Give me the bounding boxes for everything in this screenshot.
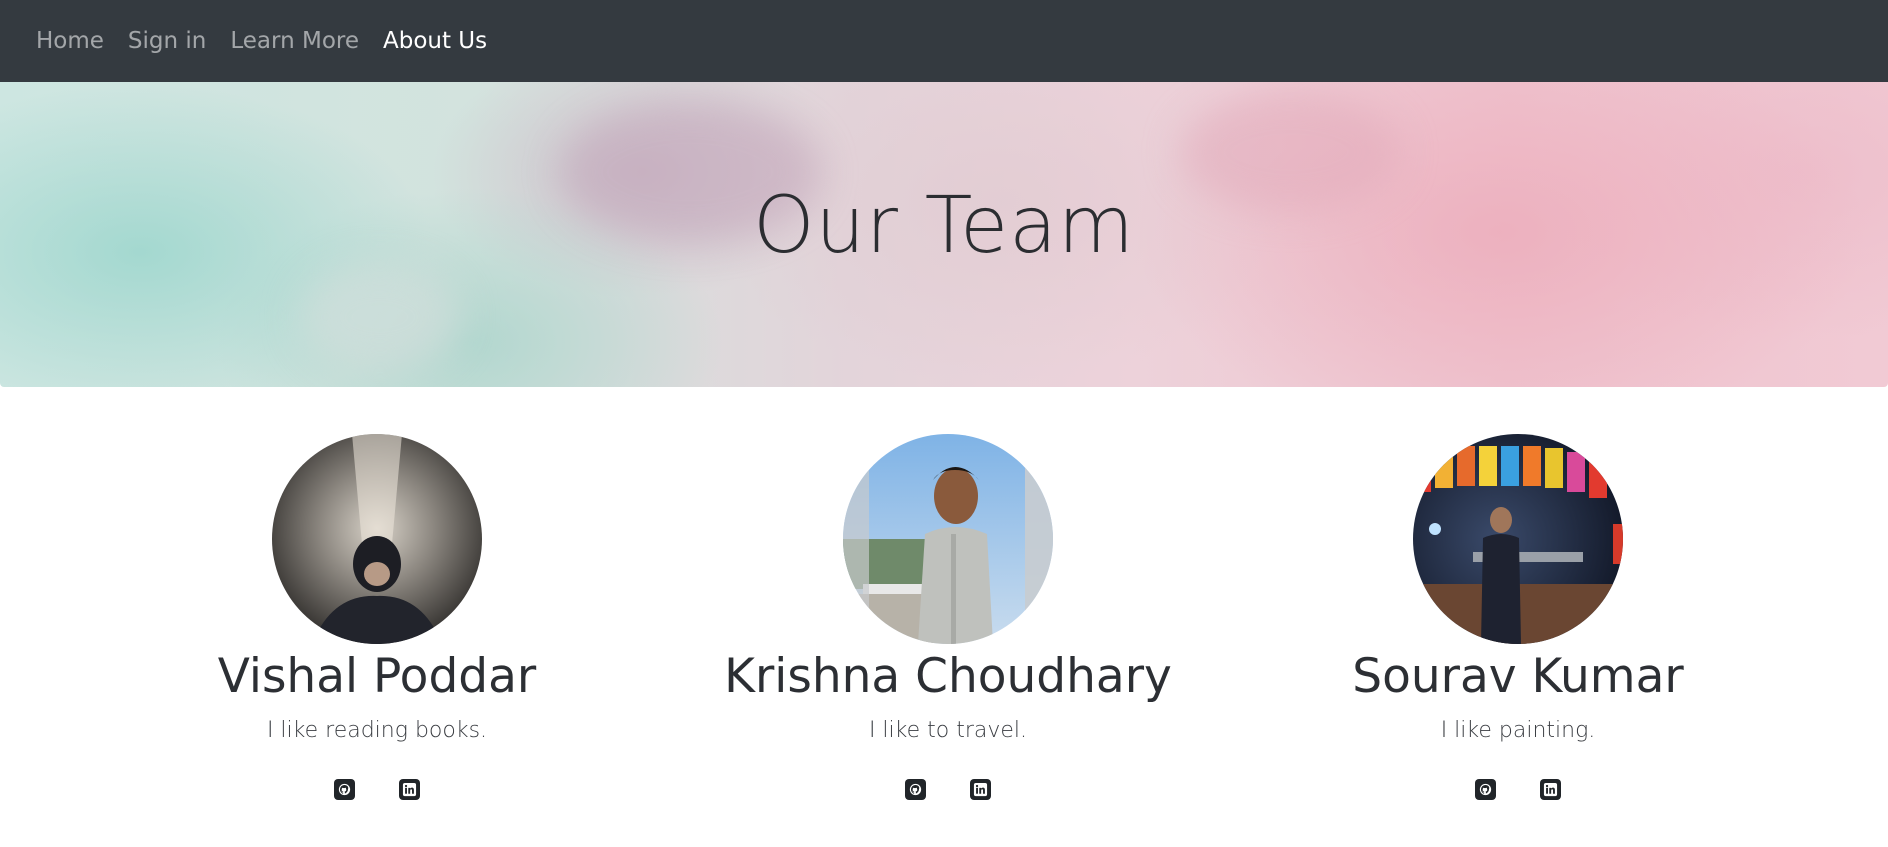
member-bio: I like to travel. xyxy=(868,718,1028,744)
linkedin-icon[interactable] xyxy=(1540,779,1561,801)
social-links xyxy=(1258,779,1778,801)
team-member-card: Krishna Choudhary I like to travel. xyxy=(688,434,1208,801)
top-navbar: Home Sign in Learn More About Us xyxy=(0,0,1888,82)
linkedin-icon[interactable] xyxy=(970,779,991,801)
avatar xyxy=(272,434,482,644)
github-icon[interactable] xyxy=(1475,779,1496,801)
nav-about-us-link[interactable]: About Us xyxy=(383,28,487,54)
member-name: Vishal Poddar xyxy=(217,649,537,704)
github-icon[interactable] xyxy=(905,779,926,801)
member-name: Krishna Choudhary xyxy=(724,649,1172,704)
nav-home-link[interactable]: Home xyxy=(36,28,104,54)
nav-learn-more-link[interactable]: Learn More xyxy=(230,28,359,54)
hero-banner: Our Team xyxy=(0,82,1888,387)
team-member-card: Vishal Poddar I like reading books. xyxy=(117,434,637,801)
member-name: Sourav Kumar xyxy=(1352,649,1684,704)
linkedin-icon[interactable] xyxy=(399,779,420,801)
member-bio: I like reading books. xyxy=(266,718,488,744)
watercolor-stain xyxy=(300,262,460,372)
github-icon[interactable] xyxy=(334,779,355,801)
avatar xyxy=(1413,434,1623,644)
avatar xyxy=(843,434,1053,644)
team-member-card: Sourav Kumar I like painting. xyxy=(1258,434,1778,801)
member-bio: I like painting. xyxy=(1440,718,1596,744)
social-links xyxy=(688,779,1208,801)
social-links xyxy=(117,779,637,801)
nav-signin-link[interactable]: Sign in xyxy=(128,28,206,54)
page-title: Our Team xyxy=(753,181,1135,271)
